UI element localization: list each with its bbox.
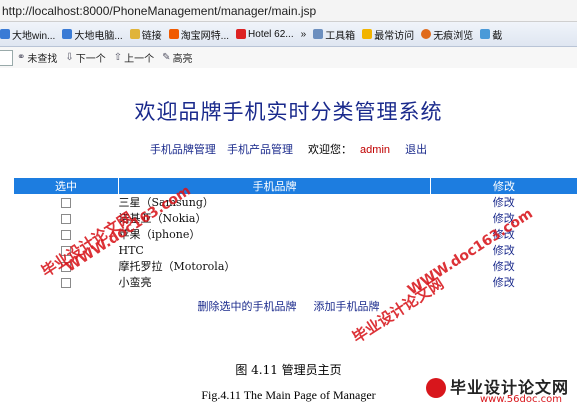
bottom-actions: 删除选中的手机品牌 添加手机品牌 [0,298,577,314]
address-bar[interactable]: http://localhost:8000/PhoneManagement/ma… [0,0,577,22]
find-input[interactable] [0,49,13,66]
header-select: 选中 [14,178,119,194]
row-checkbox[interactable] [61,213,72,224]
nav-product-management[interactable]: 手机产品管理 [227,144,293,156]
header-brand: 手机品牌 [118,178,431,194]
bookmark-item[interactable]: 大地电脑... [62,27,123,42]
page-title: 欢迎品牌手机实时分类管理系统 [134,100,443,124]
highlight-button[interactable]: ✎ 高亮 [162,50,192,65]
add-brand-link[interactable]: 添加手机品牌 [314,301,380,313]
top-nav: 手机品牌管理 手机产品管理 欢迎您： admin 退出 [0,141,577,157]
bookmark-item[interactable]: 截 [480,27,502,42]
arrow-down-icon: ⇩ [65,52,74,63]
delete-selected-link[interactable]: 删除选中的手机品牌 [197,301,296,313]
page-icon [0,29,10,39]
bookmark-item[interactable]: 大地win... [0,27,55,42]
bookmark-item[interactable]: 淘宝网特... [168,27,229,42]
table-row: 小蛮亮 修改 [14,274,577,290]
bookmark-item[interactable]: 工具箱 [313,27,355,42]
find-prev-button[interactable]: ⇧ 上一个 [114,50,154,65]
bookmarks-bar: 大地win... 大地电脑... 链接 淘宝网特... Hotel 62... … [0,22,577,47]
row-checkbox[interactable] [61,277,72,288]
logout-link[interactable]: 退出 [405,144,427,156]
bookmark-item[interactable]: Hotel 62... [236,29,294,40]
edit-link[interactable]: 修改 [431,194,577,210]
brand-name: 小蛮亮 [118,276,152,289]
find-status: ⚭ 未查找 [17,52,58,65]
welcome-label: 欢迎您： admin [308,144,391,156]
star-icon [362,29,373,39]
brand-name: HTC [118,243,144,257]
row-checkbox-cell [14,194,119,210]
find-next-button[interactable]: ⇩ 下一个 [65,50,105,65]
toolbox-icon [313,29,324,39]
page-content: 欢迎品牌手机实时分类管理系统 手机品牌管理 手机产品管理 欢迎您： admin 退… [0,68,577,358]
table-row: 摩托罗拉（Motorola） 修改 [14,258,577,274]
logo-mark-icon [426,378,446,398]
site-logo: 毕业设计论文网 www.56doc.com [420,372,577,409]
username: admin [360,144,391,156]
url-text[interactable]: http://localhost:8000/PhoneManagement/ma… [2,4,316,18]
screenshot-icon [480,29,491,39]
page-icon [62,29,73,39]
logo-url: www.56doc.com [480,394,563,405]
taobao-icon [168,29,179,39]
browser-window: http://localhost:8000/PhoneManagement/ma… [0,0,577,358]
arrow-up-icon: ⇧ [113,52,123,63]
row-checkbox[interactable] [61,197,72,208]
pencil-icon: ✎ [162,52,171,63]
folder-icon [129,29,140,39]
brand-name: 苹果（iphone） [118,228,201,241]
row-checkbox[interactable] [61,229,72,240]
search-icon: ⚭ [17,52,26,63]
hotel-icon [236,29,247,39]
edit-link[interactable]: 修改 [431,274,577,290]
incognito-icon [421,29,432,39]
row-checkbox-cell [14,274,119,290]
table-row: 三星（Samsung） 修改 [14,194,577,210]
bookmark-item[interactable]: 链接 [129,27,162,42]
bookmark-more[interactable]: » [301,29,307,40]
bookmark-item[interactable]: 最常访问 [362,27,414,42]
table-header: 选中 手机品牌 修改 [14,178,577,194]
find-bar: ⚭ 未查找 ⇩ 下一个 ⇧ 上一个 ✎ 高亮 [0,47,577,69]
brand-name: 摩托罗拉（Motorola） [118,260,236,273]
bookmark-item[interactable]: 无痕浏览 [421,27,473,42]
nav-brand-management[interactable]: 手机品牌管理 [150,144,216,156]
header-edit: 修改 [430,178,577,194]
